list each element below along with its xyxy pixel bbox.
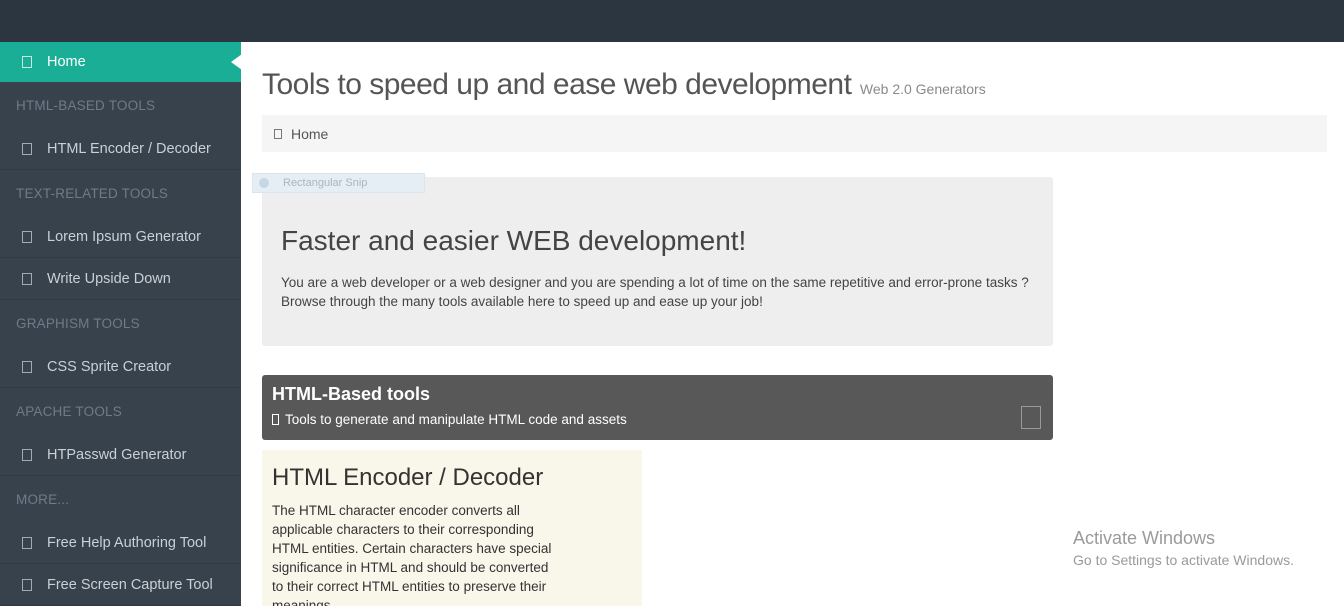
panel-title: HTML-Based tools: [272, 384, 431, 404]
sidebar-item-free-help-authoring-tool[interactable]: Free Help Authoring Tool: [0, 522, 241, 564]
panel-collapse-icon[interactable]: [1021, 406, 1041, 429]
snip-overlay: Rectangular Snip: [252, 173, 425, 193]
snip-icon: [259, 178, 269, 188]
sidebar-section-graphism-tools: GRAPHISM TOOLS: [16, 315, 140, 331]
sidebar-item-lorem-ipsum-generator[interactable]: Lorem Ipsum Generator: [0, 216, 241, 258]
watermark-title: Activate Windows: [1073, 528, 1216, 548]
sidebar-item-write-upside-down[interactable]: Write Upside Down: [0, 258, 241, 300]
snip-label: Rectangular Snip: [283, 177, 368, 189]
help-icon: [22, 536, 32, 549]
html-based-tools-panel-header[interactable]: HTML-Based tools Tools to generate and m…: [262, 375, 1053, 440]
card-text: The HTML character encoder converts all …: [272, 503, 552, 606]
sidebar-item-label: Free Help Authoring Tool: [47, 534, 207, 551]
sidebar-item-home[interactable]: Home: [0, 42, 241, 82]
sidebar-section-more: MORE...: [16, 491, 70, 507]
sidebar-item-label: CSS Sprite Creator: [47, 358, 172, 375]
home-icon: [274, 128, 282, 139]
sidebar-item-label: Lorem Ipsum Generator: [47, 228, 201, 245]
home-icon: [22, 56, 32, 68]
watermark-subtitle: Go to Settings to activate Windows.: [1073, 552, 1294, 568]
sidebar-item-htpasswd-generator[interactable]: HTPasswd Generator: [0, 434, 241, 476]
panel-subtitle: Tools to generate and manipulate HTML co…: [272, 412, 1043, 427]
image-icon: [22, 360, 32, 373]
jumbotron-text: You are a web developer or a web designe…: [281, 275, 1029, 309]
breadcrumb-home-link[interactable]: Home: [291, 126, 328, 142]
activate-windows-watermark: Activate Windows Go to Settings to activ…: [1073, 528, 1294, 568]
page-subtitle: Web 2.0 Generators: [859, 81, 986, 97]
sidebar-section-apache-tools: APACHE TOOLS: [16, 403, 122, 419]
sidebar-section-text-related-tools: TEXT-RELATED TOOLS: [16, 185, 169, 201]
sidebar-item-free-screen-capture-tool[interactable]: Free Screen Capture Tool: [0, 564, 241, 606]
sidebar-section-html-based-tools: HTML-BASED TOOLS: [16, 97, 156, 113]
card-title: HTML Encoder / Decoder: [272, 464, 544, 491]
text-icon: [22, 230, 32, 243]
sidebar-item-html-encoder-decoder[interactable]: HTML Encoder / Decoder: [0, 128, 241, 170]
page-title: Tools to speed up and ease web developme…: [262, 68, 986, 102]
breadcrumb: Home: [262, 115, 1327, 152]
camera-icon: [22, 578, 32, 591]
sidebar-item-label: Home: [47, 54, 86, 70]
code-icon: [22, 142, 32, 155]
html-encoder-card[interactable]: HTML Encoder / Decoder The HTML characte…: [262, 450, 642, 606]
sidebar-item-label: Write Upside Down: [47, 270, 171, 287]
page-title-text: Tools to speed up and ease web developme…: [262, 68, 852, 101]
top-bar: [0, 0, 1344, 42]
lock-icon: [22, 448, 32, 461]
flip-icon: [22, 272, 32, 285]
sidebar-item-label: HTPasswd Generator: [47, 446, 187, 463]
sidebar: Home HTML-BASED TOOLS HTML Encoder / Dec…: [0, 42, 241, 606]
sidebar-item-css-sprite-creator[interactable]: CSS Sprite Creator: [0, 346, 241, 388]
jumbotron-heading: Faster and easier WEB development!: [281, 225, 747, 256]
sidebar-item-label: HTML Encoder / Decoder: [47, 140, 211, 157]
jumbotron: Faster and easier WEB development! You a…: [262, 177, 1053, 346]
code-icon: [272, 414, 279, 425]
panel-subtitle-text: Tools to generate and manipulate HTML co…: [285, 412, 627, 427]
sidebar-item-label: Free Screen Capture Tool: [47, 576, 213, 593]
